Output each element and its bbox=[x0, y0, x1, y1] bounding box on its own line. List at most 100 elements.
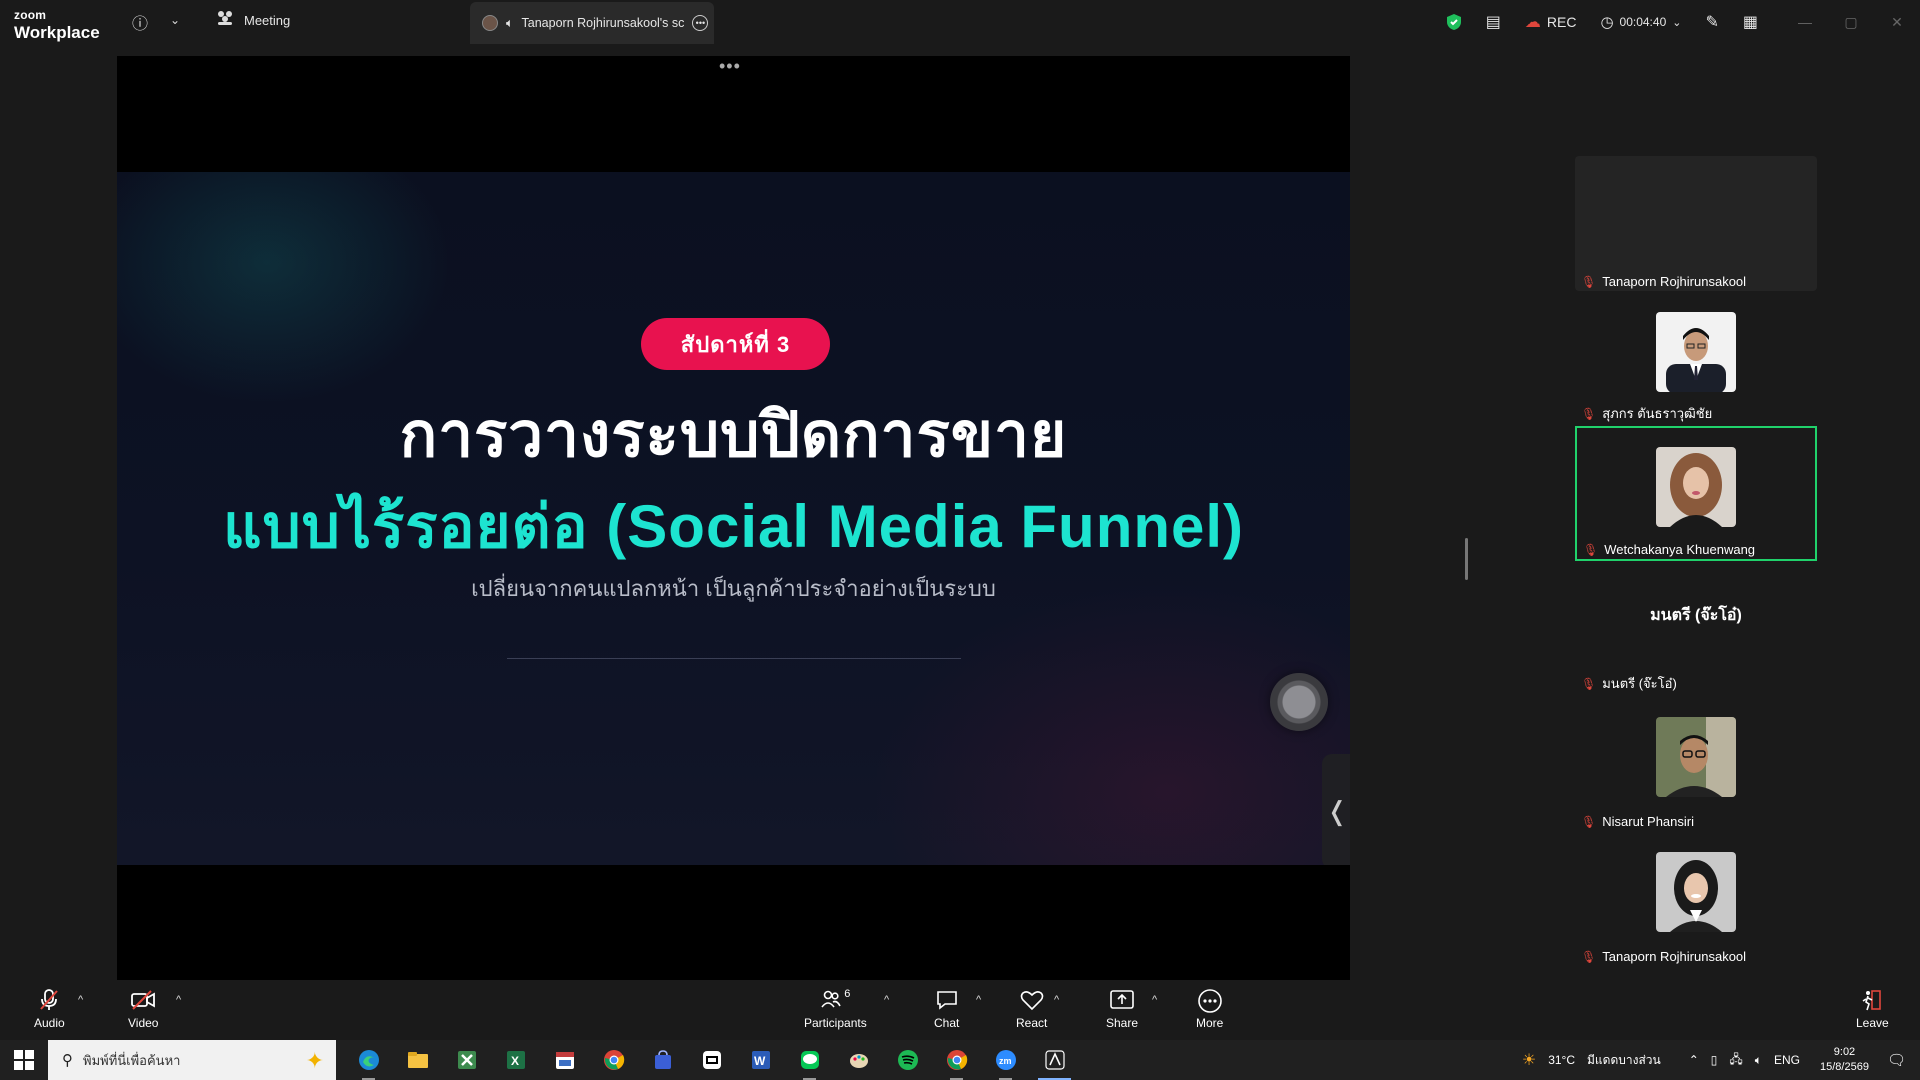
meeting-label: Meeting bbox=[244, 12, 291, 28]
weather-temp[interactable]: 31°C bbox=[1548, 1053, 1575, 1067]
share-options-caret[interactable]: ^ bbox=[1152, 994, 1157, 1006]
mic-muted-icon: 🎙︎ bbox=[1581, 274, 1597, 289]
timer[interactable]: ◷ 00:04:40 ⌄ bbox=[1600, 13, 1681, 31]
mic-muted-icon: 🎙︎ bbox=[1581, 814, 1597, 829]
shield-icon[interactable] bbox=[1446, 13, 1462, 31]
heart-icon bbox=[1019, 988, 1045, 1012]
participant-display-name: มนตรี (จ๊ะโอ๋) bbox=[1650, 607, 1742, 624]
participant-tile[interactable]: 🎙︎ Nisarut Phansiri bbox=[1575, 696, 1817, 831]
resize-handle[interactable] bbox=[1465, 538, 1468, 580]
zoom-logo: zoom Workplace bbox=[14, 7, 100, 41]
word-icon[interactable]: W bbox=[736, 1040, 785, 1080]
weather-icon[interactable]: ☀︎ bbox=[1522, 1050, 1536, 1070]
info-icon[interactable]: ⓘ bbox=[132, 10, 148, 34]
weather-desc[interactable]: มีแดดบางส่วน bbox=[1587, 1051, 1661, 1070]
windows-taskbar: ⚲ พิมพ์ที่นี่เพื่อค้นหา ✦ X W zm ☀︎ 31°C… bbox=[0, 1040, 1920, 1080]
presenter-avatar bbox=[482, 15, 498, 31]
screen-share-app-icon[interactable] bbox=[1030, 1040, 1079, 1080]
audio-label: Audio bbox=[34, 1016, 65, 1030]
participants-button[interactable]: 6 Participants bbox=[804, 988, 867, 1030]
record-button[interactable]: ☁︎ REC bbox=[1525, 12, 1577, 32]
spotify-icon[interactable] bbox=[883, 1040, 932, 1080]
presentation-slide: สัปดาห์ที่ 3 การวางระบบปิดการขาย แบบไร้ร… bbox=[117, 172, 1350, 865]
mic-muted-icon: 🎙︎ bbox=[1581, 676, 1597, 691]
zoom-icon[interactable]: zm bbox=[981, 1040, 1030, 1080]
slide-title-line1: การวางระบบปิดการขาย bbox=[399, 401, 1068, 470]
meeting-stage: ••• สัปดาห์ที่ 3 การวางระบบปิดการขาย แบบ… bbox=[0, 44, 1920, 981]
more-options-icon[interactable]: ••• bbox=[692, 15, 709, 31]
clock[interactable]: 9:02 15/8/2569 bbox=[1820, 1045, 1869, 1075]
minimize-button[interactable]: — bbox=[1782, 14, 1828, 30]
participants-icon: 6 bbox=[820, 988, 850, 1012]
taskbar-search[interactable]: ⚲ พิมพ์ที่นี่เพื่อค้นหา ✦ bbox=[48, 1040, 336, 1080]
speaker-icon: 🔈︎ bbox=[506, 15, 514, 30]
video-button[interactable]: Video bbox=[128, 988, 158, 1030]
notes-icon[interactable]: ▤ bbox=[1486, 12, 1501, 32]
capcut-icon[interactable] bbox=[687, 1040, 736, 1080]
participant-name-row: 🎙︎ Tanaporn Rojhirunsakool bbox=[1581, 949, 1746, 964]
share-button[interactable]: Share bbox=[1106, 988, 1138, 1030]
chevron-left-icon: ❬ bbox=[1326, 796, 1348, 826]
search-icon: ⚲ bbox=[62, 1052, 73, 1069]
close-button[interactable]: ✕ bbox=[1874, 14, 1920, 31]
line-icon[interactable] bbox=[785, 1040, 834, 1080]
share-options-icon[interactable]: ••• bbox=[719, 56, 741, 77]
chrome-icon[interactable] bbox=[589, 1040, 638, 1080]
language-indicator[interactable]: ENG bbox=[1774, 1053, 1800, 1067]
annotate-icon[interactable]: ✎ bbox=[1705, 12, 1718, 32]
meeting-tab[interactable]: Meeting bbox=[216, 10, 290, 30]
participant-tile-active[interactable]: 🎙︎ Wetchakanya Khuenwang bbox=[1575, 426, 1817, 561]
calendar-icon[interactable] bbox=[540, 1040, 589, 1080]
paint-icon[interactable] bbox=[834, 1040, 883, 1080]
excel-icon[interactable]: X bbox=[491, 1040, 540, 1080]
audio-button[interactable]: Audio bbox=[34, 988, 65, 1030]
leave-label: Leave bbox=[1856, 1016, 1889, 1030]
slide-subtitle: เปลี่ยนจากคนแปลกหน้า เป็นลูกค้าประจำอย่า… bbox=[471, 576, 996, 601]
timer-value: 00:04:40 bbox=[1619, 15, 1667, 29]
edge-icon[interactable] bbox=[344, 1040, 393, 1080]
chat-options-caret[interactable]: ^ bbox=[976, 994, 981, 1006]
chrome-profile-icon[interactable] bbox=[932, 1040, 981, 1080]
collapse-panel-button[interactable]: ❬ bbox=[1322, 754, 1350, 865]
participants-options-caret[interactable]: ^ bbox=[884, 994, 889, 1006]
chat-button[interactable]: Chat bbox=[934, 988, 959, 1030]
device-icon[interactable]: ▯ bbox=[1711, 1053, 1718, 1067]
network-icon[interactable]: 🖧︎ bbox=[1729, 1050, 1742, 1071]
windows-start-icon[interactable] bbox=[14, 1050, 34, 1070]
video-off-icon bbox=[130, 988, 156, 1012]
participant-name-row: 🎙︎ Nisarut Phansiri bbox=[1581, 814, 1694, 829]
file-explorer-icon[interactable] bbox=[393, 1040, 442, 1080]
maximize-button[interactable]: ▢ bbox=[1828, 14, 1874, 31]
share-tab-label: Tanaporn Rojhirunsakool's sc bbox=[521, 16, 685, 30]
taskbar-apps: X W zm bbox=[344, 1040, 1079, 1080]
chevron-up-icon[interactable]: ⌃ bbox=[1689, 1053, 1699, 1067]
participant-name: สุภกร ตันธราวุฒิชัย bbox=[1602, 406, 1713, 421]
people-icon bbox=[216, 10, 234, 30]
participant-tile[interactable]: 🎙︎ Tanaporn Rojhirunsakool bbox=[1575, 831, 1817, 966]
participant-tile[interactable]: 🎙︎ สุภกร ตันธราวุฒิชัย bbox=[1575, 291, 1817, 426]
clock-icon: ◷ bbox=[1600, 14, 1614, 31]
react-options-caret[interactable]: ^ bbox=[1054, 994, 1059, 1006]
shared-screen: ••• สัปดาห์ที่ 3 การวางระบบปิดการขาย แบบ… bbox=[117, 56, 1350, 981]
participants-count: 6 bbox=[844, 988, 851, 1000]
participant-tile[interactable]: 🎙︎ Tanaporn Rojhirunsakool bbox=[1575, 156, 1817, 291]
share-tab[interactable]: 🔈︎ Tanaporn Rojhirunsakool's sc ••• bbox=[470, 2, 714, 44]
participant-video bbox=[1656, 852, 1736, 932]
participant-video bbox=[1656, 312, 1736, 392]
notification-icon[interactable]: 🗨︎ bbox=[1887, 1051, 1906, 1069]
more-button[interactable]: More bbox=[1196, 988, 1223, 1030]
react-button[interactable]: React bbox=[1016, 988, 1047, 1030]
leave-button[interactable]: Leave bbox=[1856, 988, 1889, 1030]
excel-alt-icon[interactable] bbox=[442, 1040, 491, 1080]
participant-name-row: 🎙︎ Tanaporn Rojhirunsakool bbox=[1581, 274, 1746, 289]
participant-name: Tanaporn Rojhirunsakool bbox=[1602, 274, 1747, 289]
video-options-caret[interactable]: ^ bbox=[176, 994, 181, 1006]
store-icon[interactable] bbox=[638, 1040, 687, 1080]
layout-icon[interactable]: ▦ bbox=[1743, 12, 1758, 32]
audio-options-caret[interactable]: ^ bbox=[78, 994, 83, 1006]
participant-name: มนตรี (จ๊ะโอ๋) bbox=[1602, 676, 1677, 691]
volume-icon[interactable]: 🔈︎ bbox=[1755, 1053, 1762, 1068]
participant-name-row: 🎙︎ Wetchakanya Khuenwang bbox=[1583, 542, 1755, 557]
participant-tile[interactable]: มนตรี (จ๊ะโอ๋) 🎙︎ มนตรี (จ๊ะโอ๋) bbox=[1575, 561, 1817, 696]
chevron-down-icon[interactable]: ⌄ bbox=[170, 13, 180, 27]
